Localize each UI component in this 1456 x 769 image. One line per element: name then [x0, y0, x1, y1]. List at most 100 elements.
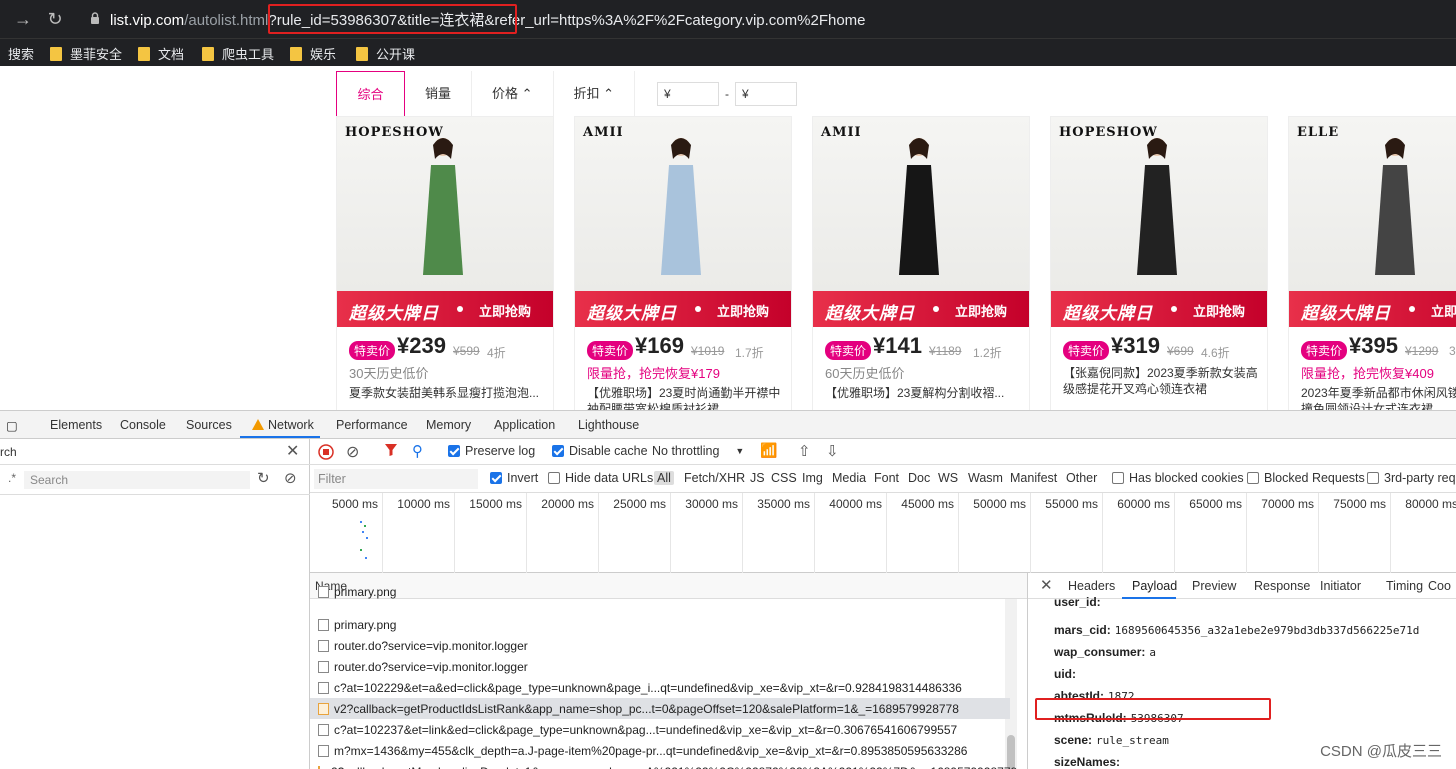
- network-conditions-icon[interactable]: 📶: [760, 442, 777, 459]
- product-image[interactable]: AMII: [575, 117, 791, 291]
- promo-banner[interactable]: 超级大牌日 立即抢购: [813, 291, 1029, 327]
- sort-option[interactable]: 折扣 ⌃: [554, 71, 636, 117]
- product-title[interactable]: 【张嘉倪同款】2023夏季新款女装高级感提花开叉鸡心领连衣裙: [1063, 365, 1259, 399]
- close-detail-icon[interactable]: ✕: [1040, 576, 1053, 594]
- request-row[interactable]: v2?callback=getProductIdsListRank&app_na…: [310, 698, 1010, 719]
- request-row[interactable]: c?at=102229&et=a&ed=click&page_type=unkn…: [310, 677, 1010, 698]
- search-input[interactable]: Search: [24, 471, 250, 489]
- clear-icon[interactable]: ⊘: [284, 469, 297, 487]
- lock-icon[interactable]: [90, 12, 100, 25]
- device-toggle-icon[interactable]: ▢: [6, 418, 18, 433]
- detail-tab-coo[interactable]: Coo: [1428, 579, 1451, 593]
- invert-checkbox[interactable]: Invert: [490, 471, 538, 485]
- sort-option[interactable]: 销量: [405, 71, 473, 117]
- third-party-checkbox[interactable]: 3rd-party req: [1367, 471, 1456, 485]
- request-row[interactable]: router.do?service=vip.monitor.logger: [310, 635, 1010, 656]
- product-card[interactable]: AMII 超级大牌日 立即抢购 特卖价 ¥169 ¥1019 1.7折 限量抢，抢完恢复¥17…: [574, 116, 792, 410]
- filter-icon[interactable]: [384, 443, 398, 457]
- resource-type-media[interactable]: Media: [832, 471, 866, 485]
- detail-tab-response[interactable]: Response: [1254, 579, 1310, 593]
- resource-type-wasm[interactable]: Wasm: [968, 471, 1003, 485]
- product-image[interactable]: HOPESHOW: [337, 117, 553, 291]
- bookmark-item[interactable]: 搜索: [8, 44, 34, 63]
- product-card[interactable]: HOPESHOW 超级大牌日 立即抢购 特卖价 ¥319 ¥699 4.6折 【张嘉倪同款】2…: [1050, 116, 1268, 410]
- product-card[interactable]: ELLE 超级大牌日 立即抢购特卖价¥395 ¥1299 3 限量抢，抢完恢复¥409 20…: [1288, 116, 1456, 410]
- search-icon[interactable]: ⚲: [412, 442, 423, 460]
- devtools-tab-sources[interactable]: Sources: [186, 418, 232, 432]
- product-title[interactable]: 【优雅职场】23夏时尚通勤半开襟中袖配腰带宽松棉质衬衫裙: [587, 385, 783, 410]
- network-timeline-overview[interactable]: 5000 ms 10000 ms 15000 ms 20000 ms 25000 ms 3…: [310, 493, 1456, 573]
- detail-tab-timing[interactable]: Timing: [1386, 579, 1423, 593]
- resource-type-other[interactable]: Other: [1066, 471, 1097, 485]
- payload-entry[interactable]: uid:: [1054, 667, 1080, 681]
- regex-icon[interactable]: .*: [8, 471, 16, 485]
- sort-option[interactable]: 价格 ⌃: [472, 71, 554, 117]
- resource-type-js[interactable]: JS: [750, 471, 765, 485]
- product-card[interactable]: AMII 超级大牌日 立即抢购 特卖价 ¥141 ¥1189 1.2折 60天历史低价 【优雅职…: [812, 116, 1030, 410]
- devtools-tab-console[interactable]: Console: [120, 418, 166, 432]
- detail-tab-headers[interactable]: Headers: [1068, 579, 1115, 593]
- devtools-tab-application[interactable]: Application: [494, 418, 555, 432]
- resource-type-fetch-xhr[interactable]: Fetch/XHR: [684, 471, 745, 485]
- payload-entry[interactable]: sizeNames:: [1054, 755, 1124, 769]
- detail-tab-preview[interactable]: Preview: [1192, 579, 1236, 593]
- promo-banner[interactable]: 超级大牌日 立即抢购: [337, 291, 553, 327]
- payload-entry[interactable]: wap_consumer: a: [1054, 645, 1156, 659]
- product-title[interactable]: 夏季款女装甜美韩系显瘦打揽泡泡...: [349, 385, 545, 410]
- refresh-icon[interactable]: ↻: [257, 469, 270, 487]
- resource-type-all[interactable]: All: [654, 471, 674, 485]
- sort-option[interactable]: 综合: [336, 71, 405, 117]
- promo-banner[interactable]: 超级大牌日 立即抢购: [575, 291, 791, 327]
- request-row[interactable]: primary.png: [310, 614, 1010, 635]
- hide-data-urls-checkbox[interactable]: Hide data URLs: [548, 471, 653, 485]
- close-icon[interactable]: ✕: [286, 441, 299, 461]
- preserve-log-checkbox[interactable]: Preserve log: [448, 444, 535, 458]
- detail-tab-initiator[interactable]: Initiator: [1320, 579, 1361, 593]
- forward-icon[interactable]: →: [12, 8, 34, 30]
- price-min-input[interactable]: ¥: [657, 82, 720, 106]
- resource-type-font[interactable]: Font: [874, 471, 899, 485]
- promo-banner[interactable]: 超级大牌日 立即抢购: [1051, 291, 1267, 327]
- resource-type-ws[interactable]: WS: [938, 471, 958, 485]
- request-row[interactable]: primary.png: [310, 581, 1010, 602]
- payload-entry[interactable]: scene: rule_stream: [1054, 733, 1169, 747]
- export-har-icon[interactable]: ⇩: [826, 442, 839, 460]
- import-har-icon[interactable]: ⇧: [798, 442, 811, 460]
- filter-input[interactable]: Filter: [314, 469, 478, 489]
- devtools-tab-network[interactable]: Network: [252, 418, 314, 432]
- payload-entry[interactable]: mars_cid: 1689560645356_a32a1ebe2e979bd3d…: [1054, 623, 1419, 637]
- bookmark-item[interactable]: 文档: [138, 44, 184, 63]
- product-image[interactable]: HOPESHOW: [1051, 117, 1267, 291]
- bookmark-item[interactable]: 爬虫工具: [202, 44, 274, 63]
- price-max-input[interactable]: ¥: [735, 82, 798, 106]
- product-title[interactable]: 【优雅职场】23夏解构分割收褶...: [825, 385, 1021, 410]
- has-blocked-cookies-checkbox[interactable]: Has blocked cookies: [1112, 471, 1244, 485]
- bookmark-item[interactable]: 娱乐: [290, 44, 336, 63]
- blocked-requests-checkbox[interactable]: Blocked Requests: [1247, 471, 1365, 485]
- bookmark-item[interactable]: 墨菲安全: [50, 44, 122, 63]
- request-row[interactable]: router.do?service=vip.monitor.logger: [310, 656, 1010, 677]
- detail-tab-payload[interactable]: Payload: [1132, 579, 1177, 593]
- disable-cache-checkbox[interactable]: Disable cache: [552, 444, 648, 458]
- request-row[interactable]: v2?callback=getMerchandiseDroplets1&app_…: [310, 761, 1017, 769]
- devtools-tab-lighthouse[interactable]: Lighthouse: [578, 418, 639, 432]
- request-row[interactable]: m?mx=1436&my=455&clk_depth=a.J-page-item…: [310, 740, 1010, 761]
- bookmark-item[interactable]: 公开课: [356, 44, 415, 63]
- product-image[interactable]: ELLE: [1289, 117, 1456, 291]
- resource-type-css[interactable]: CSS: [771, 471, 797, 485]
- product-card[interactable]: HOPESHOW 超级大牌日 立即抢购 特卖价 ¥239 ¥599 4折 30天历史低价 夏季款…: [336, 116, 554, 410]
- reload-icon[interactable]: ↻: [44, 8, 66, 30]
- clear-log-icon[interactable]: ⊘: [346, 442, 359, 462]
- product-image[interactable]: AMII: [813, 117, 1029, 291]
- record-icon[interactable]: [318, 444, 334, 460]
- promo-banner[interactable]: 超级大牌日 立即抢购: [1289, 291, 1456, 327]
- resource-type-doc[interactable]: Doc: [908, 471, 930, 485]
- devtools-tab-performance[interactable]: Performance: [336, 418, 408, 432]
- resource-type-manifest[interactable]: Manifest: [1010, 471, 1057, 485]
- devtools-tab-elements[interactable]: Elements: [50, 418, 102, 432]
- payload-entry[interactable]: user_id:: [1054, 595, 1105, 609]
- resource-type-img[interactable]: Img: [802, 471, 823, 485]
- product-title[interactable]: 2023年夏季新品都市休闲风镂空条纹撞色圆领设计女式连衣裙: [1301, 385, 1456, 410]
- throttling-select[interactable]: No throttling ▼: [652, 444, 744, 458]
- devtools-tab-memory[interactable]: Memory: [426, 418, 471, 432]
